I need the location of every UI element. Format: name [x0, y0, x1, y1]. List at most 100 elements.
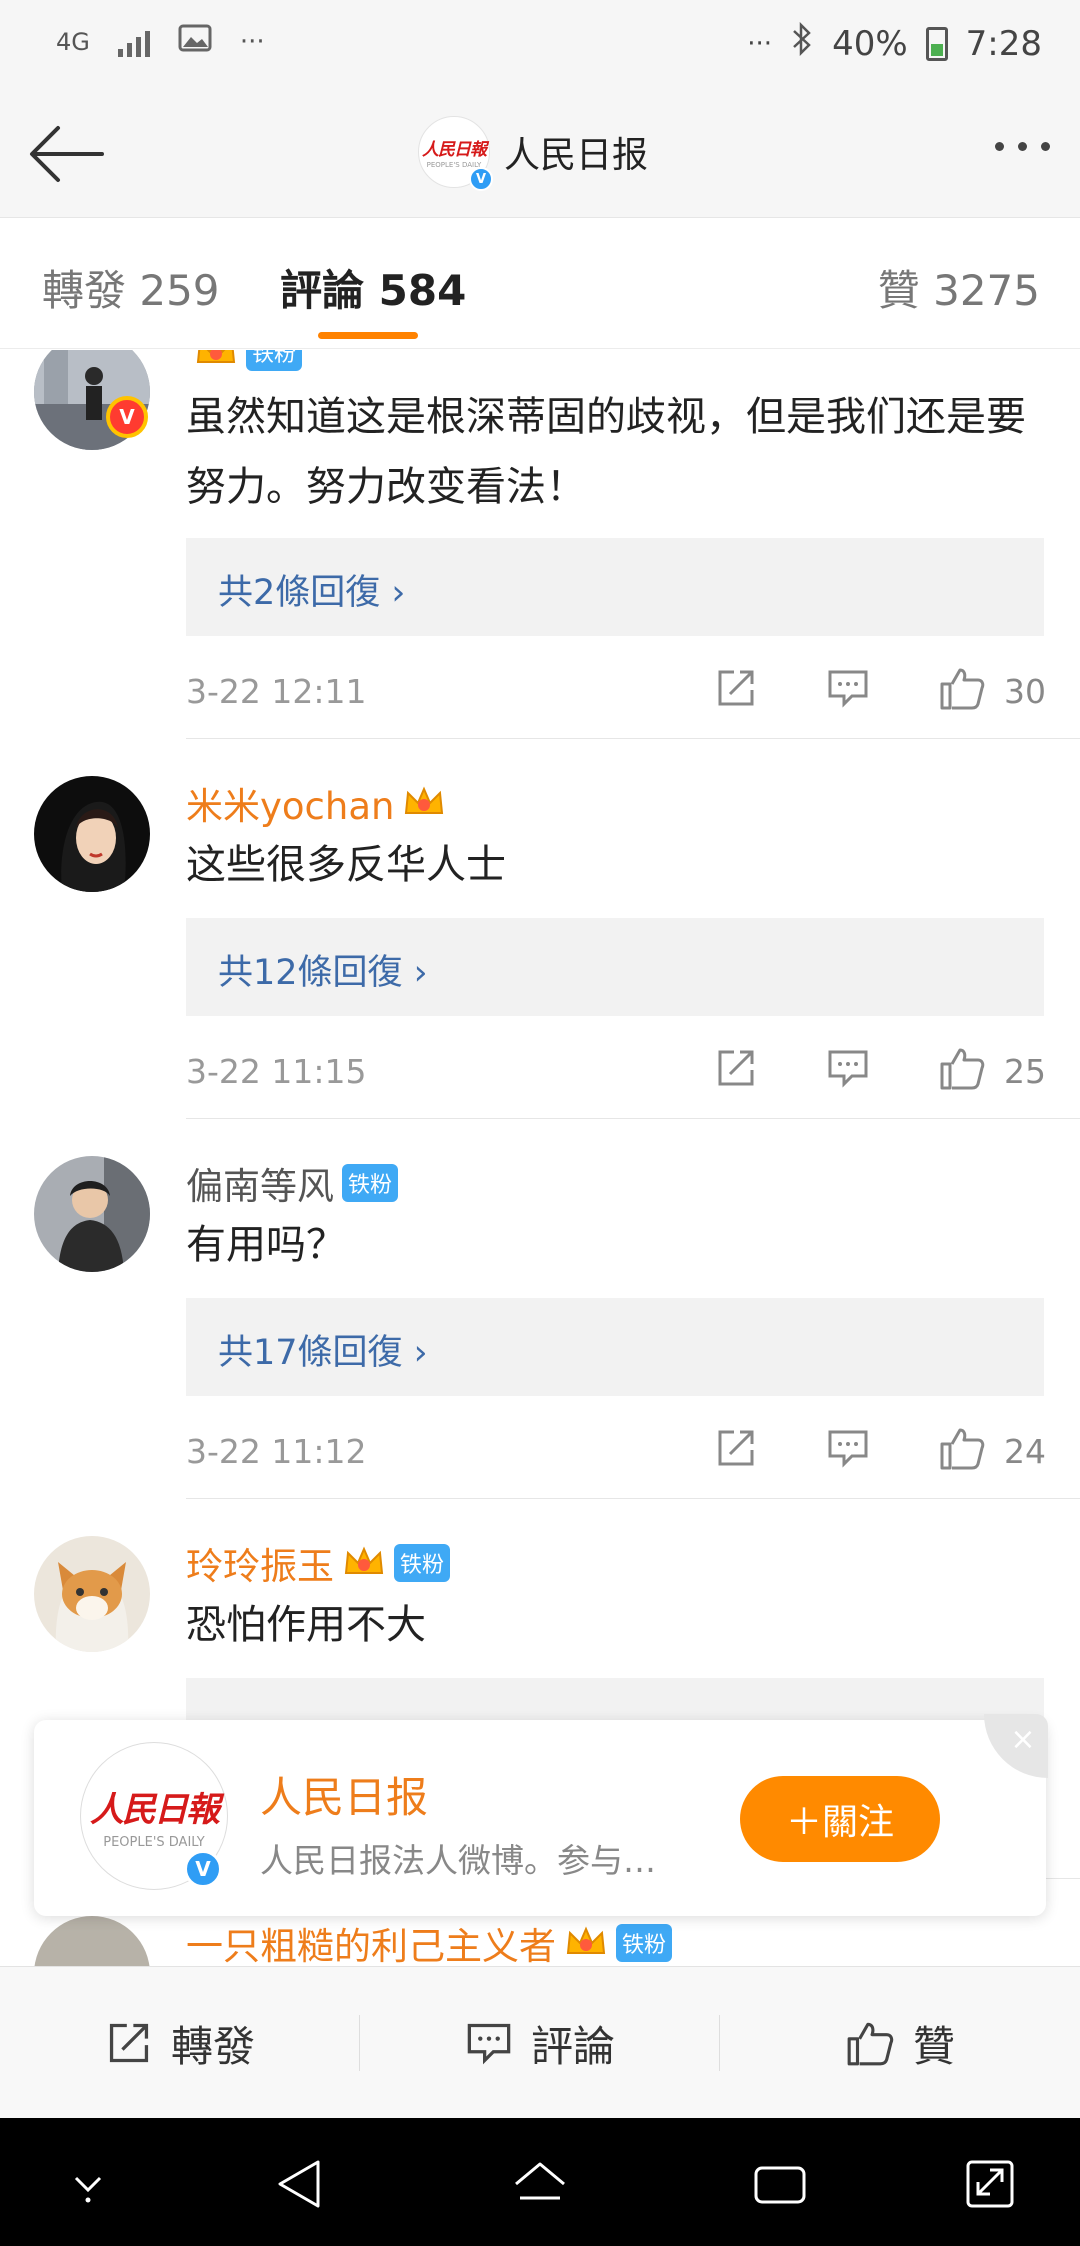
crown-icon — [196, 350, 236, 363]
bottom-action-bar: 轉發 評論 贊 — [0, 1966, 1080, 2118]
signal-icon — [117, 27, 150, 57]
comment-time: 3-22 11:12 — [186, 1432, 367, 1471]
thumbs-up-icon[interactable] — [938, 1424, 986, 1472]
nav-back-icon[interactable] — [270, 2156, 330, 2212]
replies-link[interactable]: 共17條回復 › — [186, 1298, 1044, 1396]
thumbs-up-icon[interactable] — [938, 1044, 986, 1092]
comment-icon[interactable] — [826, 668, 870, 708]
comment-divider — [186, 1118, 1080, 1119]
comment-author-row: 偏南等风 铁粉 — [186, 1156, 399, 1210]
status-bar: 4G ··· ··· 40% 7:28 — [0, 0, 1080, 90]
fan-badge: 铁粉 — [246, 350, 303, 371]
account-name[interactable]: 人民日报 — [260, 1764, 428, 1825]
more-menu-icon[interactable] — [995, 142, 1050, 151]
tab-comments[interactable]: 評論 584 — [280, 257, 466, 318]
logo-text: 人民日報 — [90, 1790, 220, 1830]
battery-percent: 40% — [832, 23, 908, 64]
comment-author-row: 米米yochan — [186, 776, 446, 830]
comment-username[interactable]: 玲玲振玉 — [186, 1536, 334, 1590]
crown-icon — [405, 786, 444, 814]
comment-divider — [186, 738, 1080, 739]
fan-badge: 铁粉 — [394, 1544, 451, 1582]
network-label: 4G — [56, 27, 90, 56]
thumbs-up-icon[interactable] — [938, 664, 986, 712]
back-button[interactable] — [28, 118, 108, 190]
avatar[interactable] — [34, 1536, 150, 1652]
thumbs-up-icon — [847, 2022, 894, 2066]
arrow-left-icon — [30, 126, 104, 182]
nav-home-icon[interactable] — [510, 2156, 570, 2212]
account-avatar[interactable]: 人民日報 PEOPLE'S DAILY V — [418, 116, 493, 191]
expand-icon[interactable] — [960, 2156, 1020, 2212]
comment-text: 这些很多反华人士 — [186, 842, 506, 888]
logo-subtext: PEOPLE'S DAILY — [426, 161, 482, 169]
repost-button[interactable]: 轉發 — [0, 1967, 360, 2119]
avatar[interactable] — [34, 776, 150, 892]
comment-text: 恐怕作用不大 — [186, 1602, 426, 1648]
comment-author-row: 一只粗糙的利己主义者 铁粉 — [186, 1916, 673, 1970]
comment-meta: 3-22 11:15 25 — [186, 1044, 1046, 1096]
comment-username[interactable]: 偏南等风 — [186, 1156, 334, 1210]
tab-likes[interactable]: 贊 3275 — [878, 257, 1040, 318]
comment-icon — [467, 2023, 511, 2065]
share-icon[interactable] — [714, 1046, 758, 1090]
comment-text: 有用吗？ — [186, 1222, 346, 1268]
like-count: 24 — [1004, 1432, 1046, 1471]
chevron-down-icon[interactable] — [58, 2156, 118, 2212]
logo-text: 人民日報 — [422, 140, 487, 160]
active-tab-indicator — [318, 332, 418, 339]
verified-badge-icon: V — [184, 1850, 222, 1888]
page-title[interactable]: 人民日报 — [504, 126, 648, 178]
image-icon — [178, 24, 212, 59]
comment-divider — [186, 1498, 1080, 1499]
clock: 7:28 — [965, 23, 1042, 64]
bluetooth-icon — [790, 21, 814, 65]
status-more-left: ··· — [239, 26, 265, 57]
comment-label: 評論 — [530, 2021, 615, 2071]
comment-button[interactable]: 評論 — [360, 1967, 720, 2119]
follow-suggestion-card: 人民日報 PEOPLE'S DAILY V 人民日报 人民日报法人微博。参与… … — [34, 1714, 1048, 1916]
like-button[interactable]: 贊 — [720, 1967, 1080, 2119]
crown-icon — [344, 1546, 384, 1574]
comment-meta: 3-22 12:11 30 — [186, 664, 1046, 716]
comment-username[interactable]: 米米yochan — [186, 776, 394, 830]
follow-button[interactable]: ＋關注 — [740, 1776, 940, 1862]
share-icon[interactable] — [714, 666, 758, 710]
comment-meta: 3-22 11:12 24 — [186, 1424, 1046, 1476]
fan-badge: 铁粉 — [342, 1164, 399, 1202]
like-count: 30 — [1004, 672, 1046, 711]
tab-bar: 轉發 259 評論 584 贊 3275 — [0, 219, 1080, 349]
system-nav-bar — [0, 2118, 1080, 2246]
replies-count: 共12條回復 › — [218, 953, 428, 993]
comment-author-row: 玲玲振玉 铁粉 — [186, 1536, 451, 1590]
replies-count: 共17條回復 › — [218, 1333, 428, 1373]
status-more-right: ··· — [747, 28, 773, 59]
repost-label: 轉發 — [170, 2021, 255, 2071]
replies-link[interactable]: 共12條回復 › — [186, 918, 1044, 1016]
crown-icon — [566, 1926, 606, 1954]
vip-badge-icon: V — [106, 396, 148, 438]
nav-recents-icon[interactable] — [750, 2156, 810, 2212]
app-header: 人民日報 PEOPLE'S DAILY V 人民日报 — [0, 90, 1080, 218]
avatar[interactable] — [34, 1156, 150, 1272]
avatar[interactable] — [34, 1916, 150, 1970]
battery-icon — [925, 26, 948, 61]
comment-time: 3-22 12:11 — [186, 672, 367, 711]
comment-author-row: 铁粉 — [186, 350, 303, 372]
like-count: 25 — [1004, 1052, 1046, 1091]
close-icon[interactable]: × — [984, 1714, 1048, 1778]
comment-icon[interactable] — [826, 1048, 870, 1088]
fan-badge: 铁粉 — [616, 1924, 673, 1962]
replies-count: 共2條回復 › — [218, 573, 406, 613]
logo-subtext: PEOPLE'S DAILY — [103, 1835, 205, 1850]
comment-username[interactable]: 一只粗糙的利己主义者 — [186, 1916, 556, 1970]
like-label: 贊 — [912, 2021, 955, 2071]
comment-icon[interactable] — [826, 1428, 870, 1468]
share-icon[interactable] — [714, 1426, 758, 1470]
verified-badge-icon: V — [469, 167, 493, 191]
replies-link[interactable]: 共2條回復 › — [186, 538, 1044, 636]
tab-reposts[interactable]: 轉發 259 — [42, 257, 220, 318]
share-icon — [109, 2023, 149, 2063]
comment-time: 3-22 11:15 — [186, 1052, 367, 1091]
account-description: 人民日报法人微博。参与… — [260, 1841, 656, 1880]
